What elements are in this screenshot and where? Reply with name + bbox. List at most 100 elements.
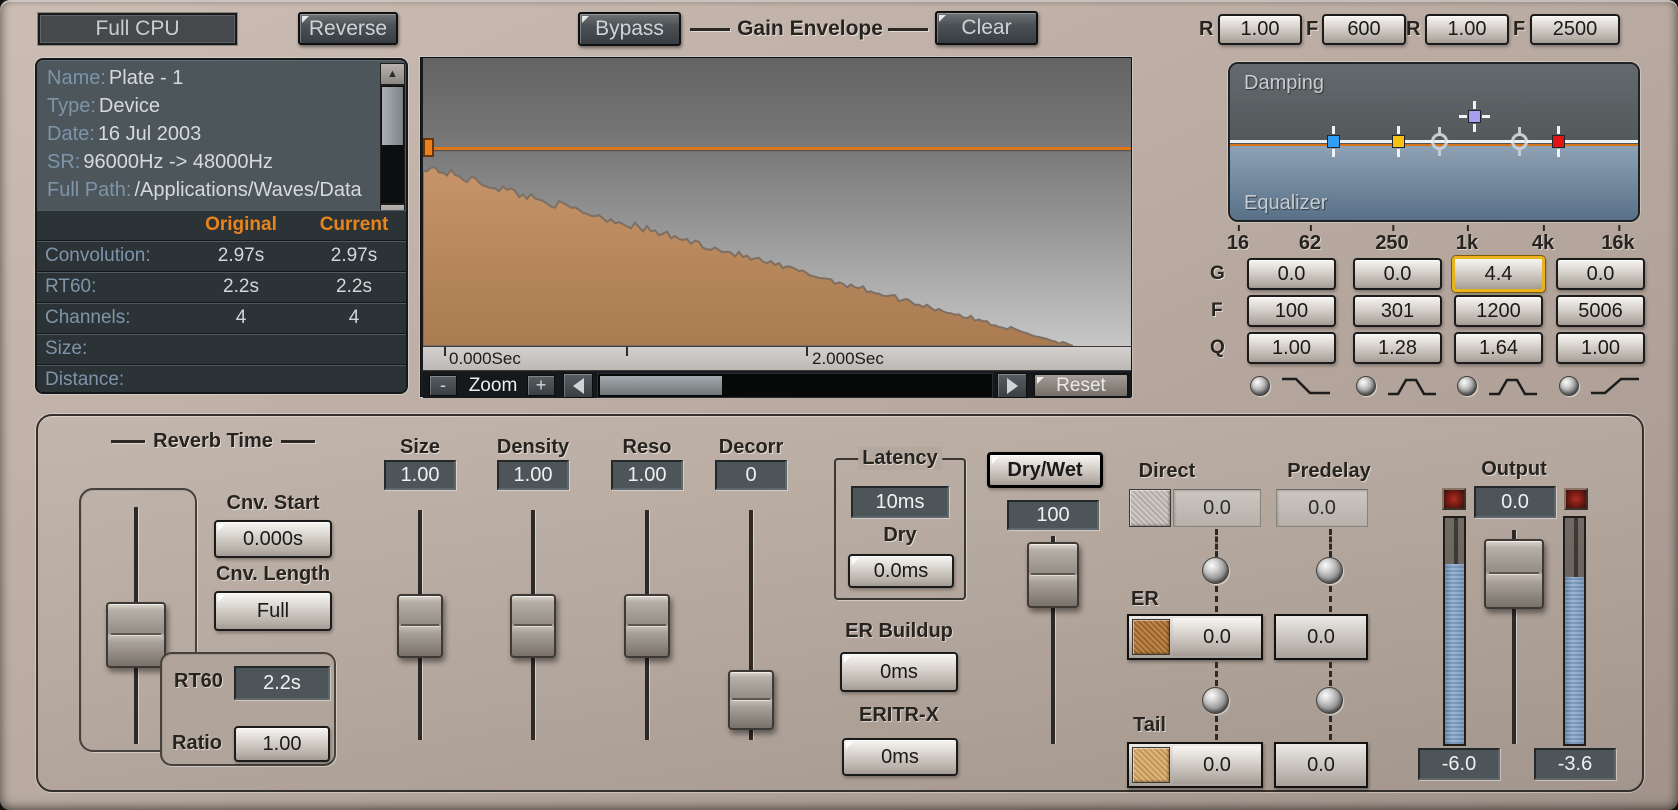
ratio-value-field[interactable]: 1.00 bbox=[234, 726, 330, 762]
size-slider-handle[interactable] bbox=[397, 594, 443, 658]
tail-mute-toggle[interactable] bbox=[1132, 747, 1170, 783]
reso-value-field[interactable]: 1.00 bbox=[611, 460, 683, 490]
high-shelf-filter-icon[interactable] bbox=[1589, 373, 1641, 399]
size-value-field[interactable]: 1.00 bbox=[384, 460, 456, 490]
left-clip-indicator[interactable] bbox=[1442, 488, 1466, 510]
cnv-start-field[interactable]: 0.000s bbox=[214, 520, 332, 558]
freq-scale-label: 16k bbox=[1601, 232, 1634, 255]
gain-envelope-line[interactable] bbox=[423, 147, 1131, 150]
table-row: Size: bbox=[37, 334, 408, 365]
waveform-scrollbar-track[interactable] bbox=[597, 373, 993, 398]
dry-wet-button[interactable]: Dry/Wet bbox=[987, 452, 1103, 488]
rt60-value-field[interactable]: 2.2s bbox=[234, 666, 330, 700]
info-scrollbar-track[interactable] bbox=[380, 85, 405, 204]
eq-band-2-gain-field[interactable]: 0.0 bbox=[1353, 258, 1442, 290]
gain-envelope-handle[interactable] bbox=[423, 138, 434, 157]
output-gain-field[interactable]: 0.0 bbox=[1474, 486, 1556, 518]
eq-band-4-gain-field[interactable]: 0.0 bbox=[1556, 258, 1645, 290]
eq-band-1-marker[interactable] bbox=[1327, 135, 1340, 148]
eq-band-4-marker[interactable] bbox=[1552, 135, 1565, 148]
direct-er-node-button[interactable] bbox=[1202, 557, 1229, 584]
clear-button[interactable]: Clear bbox=[935, 11, 1038, 45]
eq-band-2-q-field[interactable]: 1.28 bbox=[1353, 332, 1442, 364]
reverb-time-title: Reverb Time bbox=[153, 430, 273, 453]
predelay-er-node-button[interactable] bbox=[1316, 557, 1343, 584]
tail-predelay-field[interactable]: 0.0 bbox=[1274, 742, 1368, 788]
reverb-time-slider-handle[interactable] bbox=[106, 602, 166, 668]
er-row-label: ER bbox=[1131, 588, 1159, 611]
decorr-slider-handle[interactable] bbox=[728, 670, 774, 730]
latency-value-field[interactable]: 10ms bbox=[851, 486, 949, 518]
damping-f2-label: F bbox=[1513, 18, 1525, 41]
eq-band-3-gain-field[interactable]: 4.4 bbox=[1452, 256, 1545, 292]
eq-band-3-enable-button[interactable] bbox=[1457, 376, 1477, 396]
predelay-tail-node-button[interactable] bbox=[1316, 687, 1343, 714]
damping-low-marker[interactable] bbox=[1431, 133, 1448, 150]
low-shelf-filter-icon[interactable] bbox=[1280, 373, 1332, 399]
damping-high-marker[interactable] bbox=[1511, 133, 1528, 150]
zoom-out-button[interactable]: - bbox=[429, 375, 457, 396]
density-slider-handle[interactable] bbox=[510, 594, 556, 658]
er-mute-toggle[interactable] bbox=[1132, 619, 1170, 655]
direct-mute-toggle[interactable] bbox=[1129, 489, 1171, 527]
reverse-button[interactable]: Reverse bbox=[298, 12, 398, 45]
er-gain-field[interactable]: 0.0 bbox=[1173, 618, 1261, 656]
rt60-label: RT60 bbox=[174, 670, 223, 693]
dry-wet-value-field[interactable]: 100 bbox=[1007, 500, 1099, 530]
damping-r1-field[interactable]: 1.00 bbox=[1218, 14, 1302, 45]
original-column-header: Original bbox=[186, 214, 296, 236]
bypass-button[interactable]: Bypass bbox=[578, 12, 681, 46]
decorr-value-field[interactable]: 0 bbox=[715, 460, 787, 490]
waveform-display[interactable] bbox=[423, 58, 1131, 347]
info-scrollbar-thumb[interactable] bbox=[382, 87, 403, 145]
eq-band-3-freq-field[interactable]: 1200 bbox=[1454, 295, 1543, 327]
eq-band-2-marker[interactable] bbox=[1392, 135, 1405, 148]
marker-tick bbox=[1425, 140, 1433, 143]
damping-f2-field[interactable]: 2500 bbox=[1530, 14, 1620, 45]
output-fader-handle[interactable] bbox=[1484, 539, 1544, 609]
left-meter-fill bbox=[1445, 564, 1464, 744]
scroll-left-button[interactable] bbox=[563, 373, 593, 398]
signal-flow-line bbox=[1329, 529, 1332, 557]
dry-latency-field[interactable]: 0.0ms bbox=[848, 554, 954, 588]
eq-band-4-q-field[interactable]: 1.00 bbox=[1556, 332, 1645, 364]
damping-f1-field[interactable]: 600 bbox=[1322, 14, 1406, 45]
reso-slider-handle[interactable] bbox=[624, 594, 670, 658]
eq-band-1-enable-button[interactable] bbox=[1250, 376, 1270, 396]
eq-band-4-enable-button[interactable] bbox=[1559, 376, 1579, 396]
scroll-right-button[interactable] bbox=[997, 373, 1027, 398]
tail-gain-field[interactable]: 0.0 bbox=[1173, 746, 1261, 784]
direct-tail-node-button[interactable] bbox=[1202, 687, 1229, 714]
eq-band-2-freq-field[interactable]: 301 bbox=[1353, 295, 1442, 327]
eq-band-1-gain-field[interactable]: 0.0 bbox=[1247, 258, 1336, 290]
direct-gain-field[interactable]: 0.0 bbox=[1173, 489, 1261, 527]
cnv-length-button[interactable]: Full bbox=[214, 591, 332, 631]
eq-band-2-enable-button[interactable] bbox=[1356, 376, 1376, 396]
table-row: RT60: 2.2s 2.2s bbox=[37, 272, 408, 303]
divider bbox=[690, 28, 730, 31]
damping-r2-field[interactable]: 1.00 bbox=[1425, 14, 1509, 45]
eq-band-3-marker[interactable] bbox=[1468, 110, 1481, 123]
table-header-row: Original Current bbox=[37, 210, 408, 241]
er-tr-crossover-field[interactable]: 0ms bbox=[842, 738, 958, 776]
direct-predelay-field[interactable]: 0.0 bbox=[1276, 489, 1368, 527]
marker-tick bbox=[1526, 140, 1534, 143]
er-predelay-field[interactable]: 0.0 bbox=[1274, 614, 1368, 660]
envelope-reset-button[interactable]: Reset bbox=[1033, 373, 1129, 398]
damping-equalizer-graph[interactable]: Damping Equalizer bbox=[1228, 62, 1640, 222]
output-label: Output bbox=[1454, 458, 1574, 481]
er-buildup-field[interactable]: 0ms bbox=[840, 652, 958, 692]
eq-band-3-q-field[interactable]: 1.64 bbox=[1454, 332, 1543, 364]
eq-band-1-freq-field[interactable]: 100 bbox=[1247, 295, 1336, 327]
info-scroll-up-button[interactable]: ▲ bbox=[380, 63, 405, 85]
eq-band-1-q-field[interactable]: 1.00 bbox=[1247, 332, 1336, 364]
full-cpu-display[interactable]: Full CPU bbox=[38, 13, 237, 45]
bell-filter-icon[interactable] bbox=[1386, 373, 1438, 399]
zoom-in-button[interactable]: + bbox=[527, 375, 555, 396]
waveform-scrollbar-thumb[interactable] bbox=[600, 376, 722, 395]
eq-band-4-freq-field[interactable]: 5006 bbox=[1556, 295, 1645, 327]
dry-wet-slider-handle[interactable] bbox=[1027, 542, 1079, 608]
density-value-field[interactable]: 1.00 bbox=[497, 460, 569, 490]
right-clip-indicator[interactable] bbox=[1564, 488, 1588, 510]
bell-filter-icon[interactable] bbox=[1487, 373, 1539, 399]
